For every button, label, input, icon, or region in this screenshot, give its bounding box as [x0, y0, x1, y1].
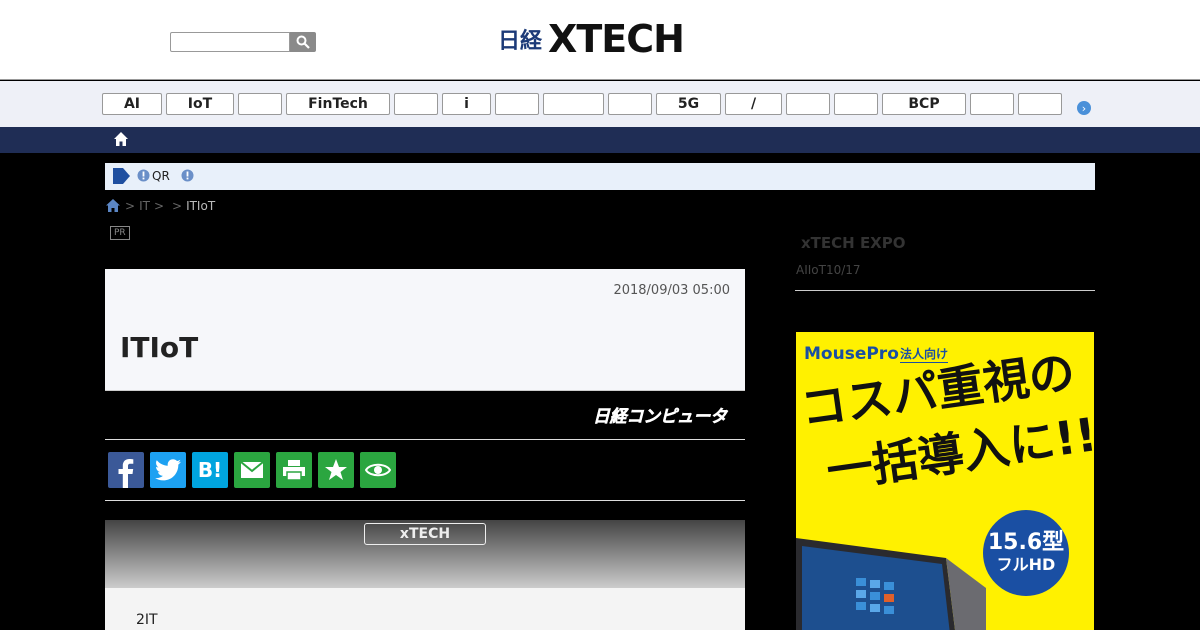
arrow-right-icon — [113, 168, 130, 184]
ad-badge-size: 15.6型 — [987, 530, 1065, 555]
category-tab[interactable] — [543, 93, 604, 115]
breadcrumb-separator: > — [125, 198, 136, 213]
logo-main: XTECH — [548, 17, 685, 61]
breadcrumb-separator: > — [153, 198, 164, 213]
search-icon — [296, 35, 310, 49]
breadcrumb-item[interactable]: IT — [139, 199, 150, 213]
hatena-bookmark-button[interactable]: B! — [192, 452, 228, 488]
mail-share-button[interactable] — [234, 452, 270, 488]
category-tab[interactable]: 5G — [656, 93, 721, 115]
paywall-banner: xTECH — [105, 520, 745, 588]
printer-icon — [283, 460, 305, 481]
breadcrumb-current: ITIoT — [186, 198, 216, 213]
article-body-text: 2IT — [136, 612, 158, 628]
twitter-icon — [155, 459, 181, 481]
facebook-share-button[interactable] — [108, 452, 144, 488]
category-nav: AI IoT FinTech i 5G / BCP — [0, 81, 1200, 127]
notice-bar: QR — [105, 163, 1095, 190]
home-nav-bar — [0, 127, 1200, 153]
category-tab[interactable]: AI — [102, 93, 162, 115]
sidebar-ad[interactable]: MousePro 法人向け コスパ重視の 一括導入に!! 15.6型 フルHD — [796, 332, 1094, 630]
category-tab[interactable]: BCP — [882, 93, 966, 115]
site-header: 日経 XTECH — [0, 0, 1200, 80]
expo-title[interactable]: xTECH EXPO — [801, 234, 906, 252]
eye-icon — [365, 463, 391, 477]
breadcrumb-separator: > — [172, 198, 183, 213]
category-tab[interactable]: IoT — [166, 93, 234, 115]
category-tab[interactable]: / — [725, 93, 782, 115]
notice-qr-text[interactable]: QR — [152, 169, 170, 183]
bookmark-button[interactable] — [318, 452, 354, 488]
info-icon — [137, 169, 150, 182]
search-button[interactable] — [290, 32, 316, 52]
info-icon — [181, 169, 194, 182]
chevron-right-icon[interactable]: › — [1077, 101, 1091, 115]
ad-badge-hd: フルHD — [996, 555, 1056, 574]
site-logo[interactable]: 日経 XTECH — [498, 17, 685, 61]
home-icon[interactable] — [113, 131, 129, 147]
pr-badge: PR — [110, 226, 130, 240]
mail-icon — [240, 461, 264, 478]
hatena-icon: B! — [197, 458, 223, 482]
divider — [105, 439, 745, 440]
ad-badge: 15.6型 フルHD — [983, 510, 1069, 596]
publication-logo[interactable]: 日経コンピュータ — [593, 404, 729, 426]
svg-text:日経コンピュータ: 日経コンピュータ — [593, 407, 729, 426]
divider — [105, 500, 745, 501]
breadcrumb: > IT > > ITIoT — [105, 198, 215, 213]
facebook-icon — [118, 459, 134, 488]
logo-prefix: 日経 — [498, 29, 543, 54]
xtech-button[interactable]: xTECH — [364, 523, 486, 545]
watch-button[interactable] — [360, 452, 396, 488]
home-icon[interactable] — [105, 198, 121, 213]
laptop-image — [796, 538, 986, 630]
search-input[interactable] — [170, 32, 290, 52]
expo-subtitle[interactable]: AIIoT10/17 — [796, 263, 861, 277]
print-button[interactable] — [276, 452, 312, 488]
article-title: ITIoT — [120, 331, 199, 364]
article-date: 2018/09/03 05:00 — [613, 283, 730, 298]
category-tab[interactable] — [608, 93, 652, 115]
category-tab[interactable] — [786, 93, 830, 115]
twitter-share-button[interactable] — [150, 452, 186, 488]
category-tab[interactable]: FinTech — [286, 93, 390, 115]
category-tab[interactable] — [834, 93, 878, 115]
category-tab[interactable] — [238, 93, 282, 115]
category-tab[interactable]: i — [442, 93, 491, 115]
category-tab[interactable] — [970, 93, 1014, 115]
category-tab[interactable] — [1018, 93, 1062, 115]
star-icon — [325, 459, 347, 480]
category-tab[interactable] — [495, 93, 539, 115]
category-tab[interactable] — [394, 93, 438, 115]
divider — [795, 290, 1095, 291]
article-body: 2IT — [105, 588, 745, 630]
article-header: 2018/09/03 05:00 ITIoT — [105, 269, 745, 391]
